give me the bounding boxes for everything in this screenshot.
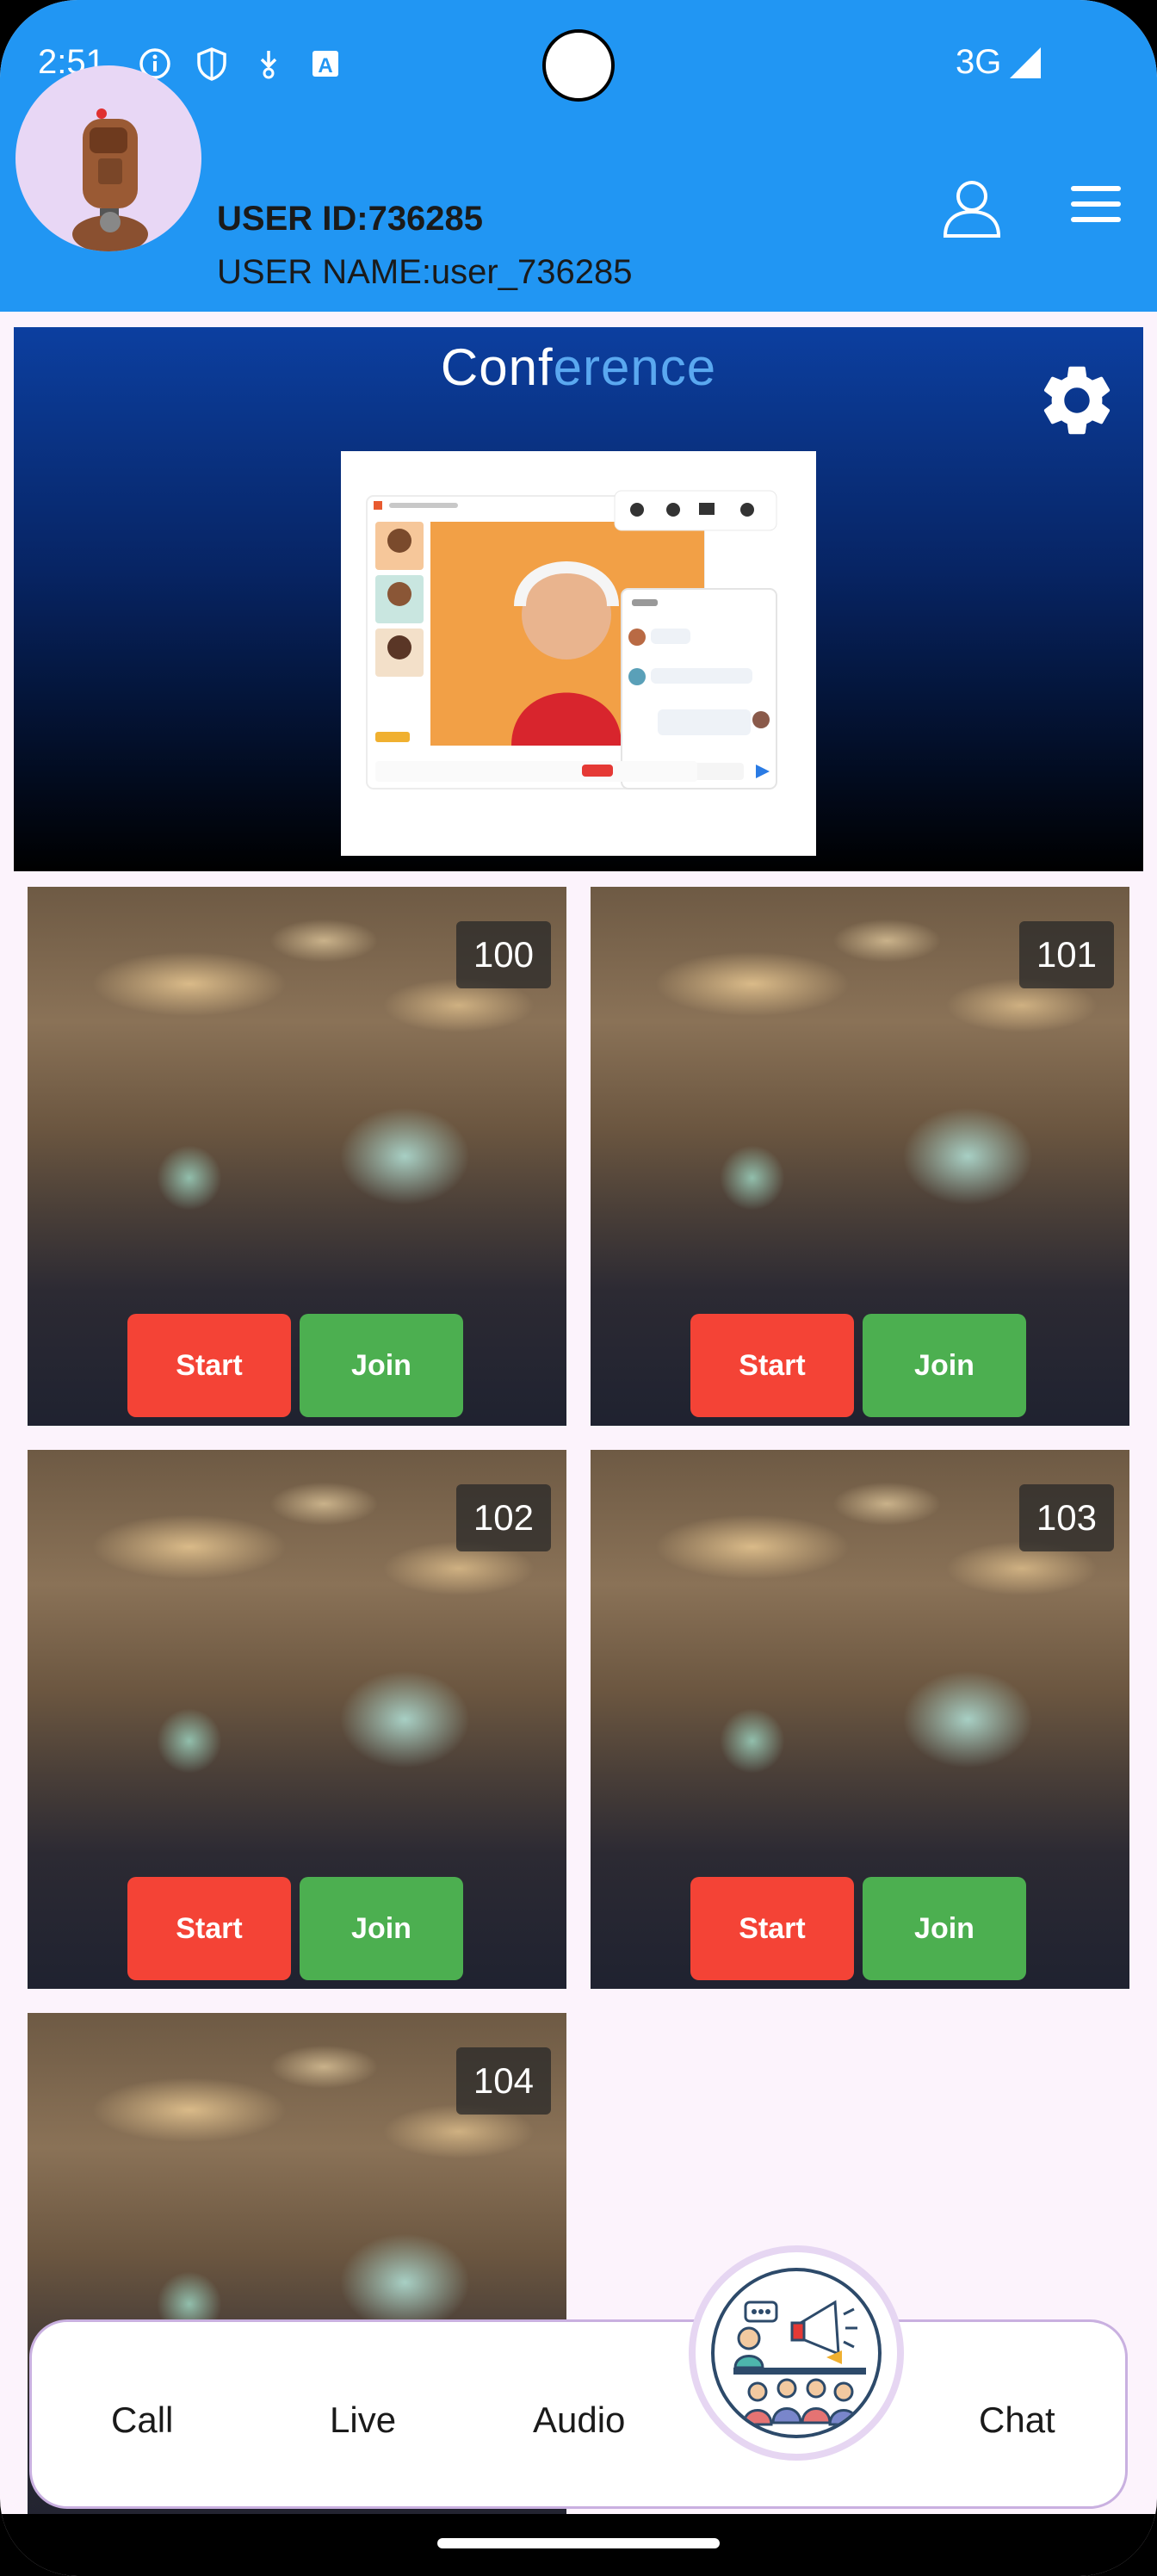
room-card[interactable]: 101 Start Join [591, 887, 1129, 1426]
room-number: 104 [455, 2047, 551, 2115]
banner-title-highlight: erence [553, 338, 717, 396]
download-icon [251, 46, 286, 81]
start-button[interactable]: Start [690, 1314, 854, 1417]
conference-fab[interactable] [689, 2245, 904, 2461]
profile-icon[interactable] [940, 176, 1004, 239]
network-label: 3G [956, 43, 1002, 81]
room-card[interactable]: 102 Start Join [28, 1450, 566, 1989]
user-name: USER NAME:user_736285 [217, 253, 633, 291]
shield-icon [195, 46, 229, 81]
room-number: 100 [455, 921, 551, 988]
app-header: 2:51 A 3G USER ID:736285 USER NAME:user_… [0, 0, 1157, 312]
join-button[interactable]: Join [863, 1314, 1026, 1417]
conference-icon [711, 2268, 882, 2438]
room-number: 101 [1018, 921, 1114, 988]
room-card[interactable]: 103 Start Join [591, 1450, 1129, 1989]
room-card[interactable]: 100 Start Join [28, 887, 566, 1426]
camera-cutout [542, 29, 615, 102]
menu-icon[interactable] [1071, 186, 1121, 226]
bottom-nav: Call Live Audio Chat [29, 2319, 1128, 2509]
conference-banner: Conference [14, 327, 1143, 871]
nav-call[interactable]: Call [111, 2400, 173, 2441]
user-id: USER ID:736285 [217, 200, 484, 238]
robot-avatar-icon [72, 108, 148, 251]
network-status: 3G [956, 43, 1042, 82]
nav-audio[interactable]: Audio [533, 2400, 625, 2441]
nav-chat[interactable]: Chat [979, 2400, 1055, 2441]
start-button[interactable]: Start [127, 1314, 291, 1417]
avatar[interactable] [15, 65, 201, 251]
video-call-illustration [341, 451, 816, 856]
room-number: 102 [455, 1484, 551, 1551]
a-icon: A [308, 46, 343, 81]
nav-live[interactable]: Live [330, 2400, 396, 2441]
settings-gear-icon[interactable] [1035, 358, 1119, 443]
app-screen: 2:51 A 3G USER ID:736285 USER NAME:user_… [0, 0, 1157, 2576]
banner-title-prefix: Conf [440, 338, 554, 396]
signal-icon [1010, 46, 1042, 78]
status-icons: A [138, 46, 343, 81]
join-button[interactable]: Join [863, 1877, 1026, 1980]
svg-text:A: A [318, 54, 332, 77]
banner-title: Conference [14, 337, 1143, 397]
start-button[interactable]: Start [690, 1877, 854, 1980]
home-indicator[interactable] [437, 2538, 720, 2548]
room-number: 103 [1018, 1484, 1114, 1551]
join-button[interactable]: Join [300, 1877, 463, 1980]
join-button[interactable]: Join [300, 1314, 463, 1417]
start-button[interactable]: Start [127, 1877, 291, 1980]
